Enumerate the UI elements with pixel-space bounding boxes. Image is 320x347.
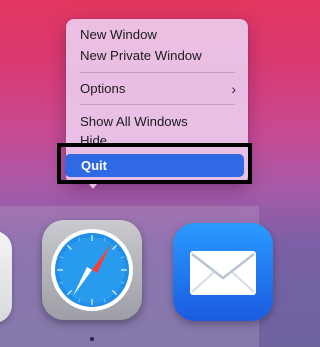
chevron-right-icon: › bbox=[231, 81, 236, 97]
menu-item-label: Show All Windows bbox=[80, 114, 188, 129]
mail-icon[interactable] bbox=[173, 223, 273, 321]
menu-item-label: New Private Window bbox=[80, 48, 202, 63]
menu-separator bbox=[80, 72, 235, 73]
menu-item-options[interactable]: Options › bbox=[74, 80, 240, 98]
menu-pointer-arrow bbox=[89, 184, 97, 189]
menu-item-show-all-windows[interactable]: Show All Windows bbox=[74, 113, 240, 131]
menu-item-label: Hide bbox=[80, 133, 108, 144]
menu-item-label: New Window bbox=[80, 27, 157, 42]
menu-item-label: Quit bbox=[81, 158, 107, 173]
menu-item-label: Options bbox=[80, 81, 126, 96]
menu-item-new-private-window[interactable]: New Private Window bbox=[74, 47, 240, 65]
dock-app-partial-icon[interactable] bbox=[0, 231, 12, 323]
safari-icon[interactable] bbox=[42, 220, 142, 320]
menu-item-hide[interactable]: Hide bbox=[74, 132, 240, 144]
desktop: New Window New Private Window Options › … bbox=[0, 0, 273, 347]
menu-item-quit[interactable]: Quit bbox=[65, 154, 244, 177]
safari-running-indicator bbox=[90, 337, 94, 341]
menu-item-new-window[interactable]: New Window bbox=[74, 26, 240, 44]
menu-separator bbox=[80, 104, 235, 105]
